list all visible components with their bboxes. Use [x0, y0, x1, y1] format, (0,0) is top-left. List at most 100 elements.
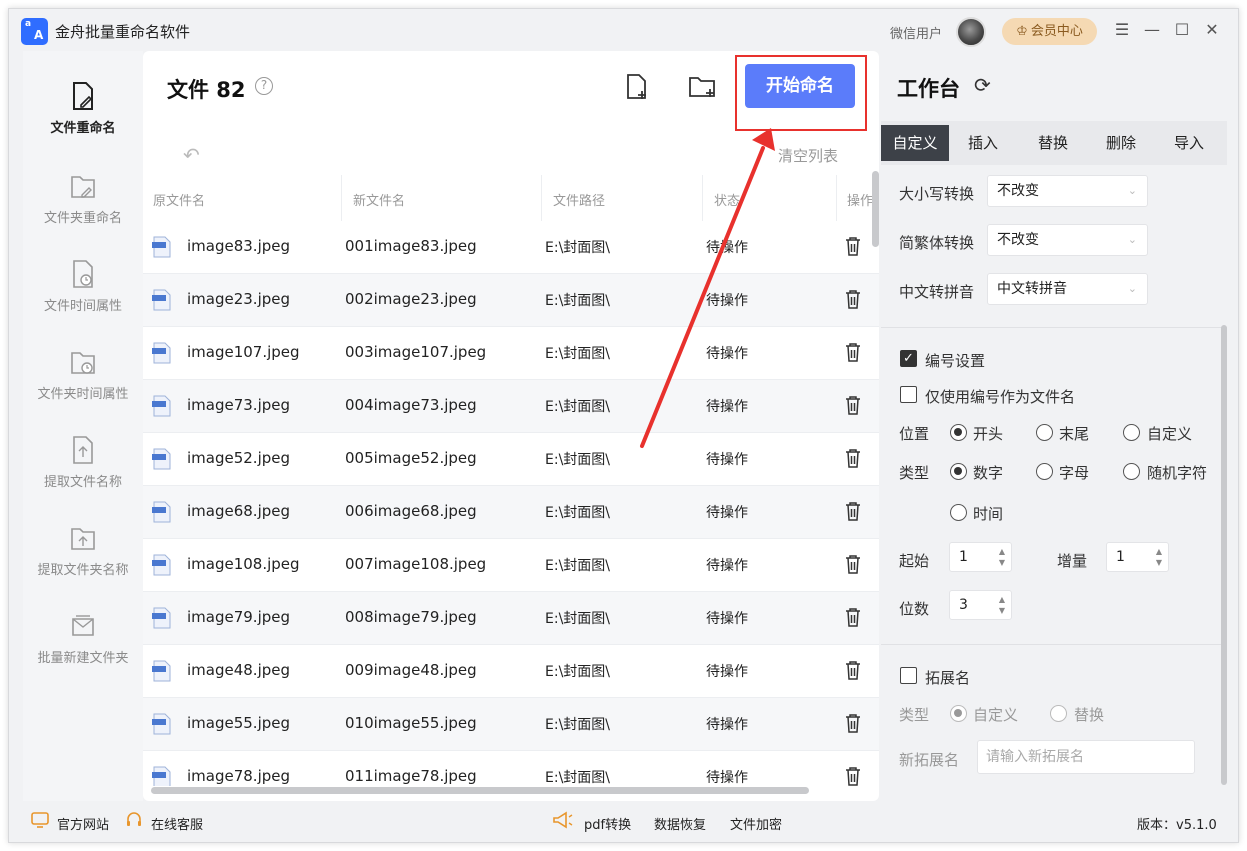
- jpeg-file-icon: [152, 766, 171, 786]
- pinyin-select[interactable]: 中文转拼音 ⌄: [987, 273, 1148, 305]
- table-row[interactable]: image55.jpeg 010image55.jpeg E:\封面图\ 待操作: [143, 698, 879, 751]
- new-extension-input[interactable]: [977, 740, 1195, 774]
- ext-type-radio-replace[interactable]: [1050, 705, 1067, 722]
- only-number-checkbox[interactable]: [900, 386, 917, 403]
- position-label: 位置: [899, 425, 930, 443]
- sidebar-item-batch-new-folder[interactable]: 批量新建文件夹: [23, 611, 143, 691]
- vip-center-button[interactable]: ♔ 会员中心: [1002, 18, 1097, 45]
- position-radio-start[interactable]: [950, 424, 967, 441]
- tab-custom[interactable]: 自定义: [881, 125, 949, 161]
- add-file-icon[interactable]: [625, 73, 651, 101]
- app-title: 金舟批量重命名软件: [55, 23, 191, 41]
- trash-icon[interactable]: [845, 236, 861, 256]
- refresh-icon[interactable]: ⟳: [974, 73, 994, 97]
- sidebar-item-label: 文件重命名: [50, 121, 116, 136]
- start-stepper[interactable]: 1 ▲ ▼: [949, 542, 1012, 572]
- stepper-arrows-icon[interactable]: ▲ ▼: [1156, 546, 1162, 568]
- table-row[interactable]: image52.jpeg 005image52.jpeg E:\封面图\ 待操作: [143, 433, 879, 486]
- start-rename-button[interactable]: 开始命名: [745, 64, 855, 108]
- close-icon[interactable]: ✕: [1199, 17, 1225, 43]
- sidebar-item-extract-folder-names[interactable]: 提取文件夹名称: [23, 523, 143, 603]
- table-row[interactable]: image23.jpeg 002image23.jpeg E:\封面图\ 待操作: [143, 274, 879, 327]
- step-stepper[interactable]: 1 ▲ ▼: [1106, 542, 1169, 572]
- settings-scrollbar[interactable]: [1221, 325, 1227, 785]
- file-table-body: image83.jpeg 001image83.jpeg E:\封面图\ 待操作…: [143, 221, 879, 786]
- jpeg-file-icon: [152, 554, 171, 576]
- trash-icon[interactable]: [845, 554, 861, 574]
- start-value: 1: [959, 549, 968, 565]
- position-radio-end[interactable]: [1036, 424, 1053, 441]
- table-row[interactable]: image79.jpeg 008image79.jpeg E:\封面图\ 待操作: [143, 592, 879, 645]
- add-folder-icon[interactable]: [688, 73, 718, 101]
- trad-simp-select[interactable]: 不改变 ⌄: [987, 224, 1148, 256]
- ext-type-radio-custom[interactable]: [950, 705, 967, 722]
- crown-icon: ♔: [1016, 24, 1028, 39]
- column-header[interactable]: 文件路径: [553, 190, 605, 209]
- maximize-icon[interactable]: ☐: [1169, 17, 1195, 43]
- table-row[interactable]: image107.jpeg 003image107.jpeg E:\封面图\ 待…: [143, 327, 879, 380]
- trash-icon[interactable]: [845, 660, 861, 680]
- data-recovery-link[interactable]: 数据恢复: [654, 814, 706, 833]
- type-radio-number[interactable]: [950, 463, 967, 480]
- trash-icon[interactable]: [845, 501, 861, 521]
- sidebar-item-folder-time[interactable]: 文件夹时间属性: [23, 347, 143, 427]
- chevron-down-icon: ⌄: [1127, 233, 1137, 246]
- trash-icon[interactable]: [845, 342, 861, 362]
- table-row[interactable]: image83.jpeg 001image83.jpeg E:\封面图\ 待操作: [143, 221, 879, 274]
- trash-icon[interactable]: [845, 766, 861, 786]
- new-name: 007image108.jpeg: [345, 555, 487, 573]
- minimize-icon[interactable]: —: [1139, 17, 1165, 43]
- tab-replace[interactable]: 替换: [1019, 125, 1087, 161]
- position-option: 自定义: [1147, 425, 1193, 443]
- table-row[interactable]: image68.jpeg 006image68.jpeg E:\封面图\ 待操作: [143, 486, 879, 539]
- original-name: image83.jpeg: [187, 237, 291, 255]
- help-icon[interactable]: ?: [255, 77, 273, 95]
- avatar[interactable]: [956, 17, 986, 47]
- trash-icon[interactable]: [845, 289, 861, 309]
- file-encrypt-link[interactable]: 文件加密: [730, 814, 782, 833]
- pdf-convert-link[interactable]: pdf转换: [584, 814, 631, 833]
- position-radio-custom[interactable]: [1123, 424, 1140, 441]
- new-name: 002image23.jpeg: [345, 290, 477, 308]
- sidebar-item-file-time[interactable]: 文件时间属性: [23, 259, 143, 339]
- online-service-link[interactable]: 在线客服: [151, 814, 203, 833]
- vertical-scrollbar[interactable]: [872, 171, 879, 247]
- column-header[interactable]: 原文件名: [153, 190, 205, 209]
- table-row[interactable]: image108.jpeg 007image108.jpeg E:\封面图\ 待…: [143, 539, 879, 592]
- official-website-link[interactable]: 官方网站: [57, 814, 109, 833]
- new-name: 001image83.jpeg: [345, 237, 477, 255]
- sidebar-item-extract-file-names[interactable]: 提取文件名称: [23, 435, 143, 515]
- trash-icon[interactable]: [845, 713, 861, 733]
- numbering-checkbox[interactable]: ✓: [900, 350, 917, 367]
- table-row[interactable]: image73.jpeg 004image73.jpeg E:\封面图\ 待操作: [143, 380, 879, 433]
- menu-icon[interactable]: ☰: [1109, 17, 1135, 43]
- tab-delete[interactable]: 删除: [1087, 125, 1155, 161]
- status: 待操作: [706, 558, 748, 574]
- new-name: 010image55.jpeg: [345, 714, 477, 732]
- digits-stepper[interactable]: 3 ▲ ▼: [949, 590, 1012, 620]
- type-radio-random[interactable]: [1123, 463, 1140, 480]
- case-select[interactable]: 不改变 ⌄: [987, 175, 1148, 207]
- undo-icon[interactable]: ↶: [183, 143, 200, 167]
- trash-icon[interactable]: [845, 607, 861, 627]
- horizontal-scrollbar[interactable]: [151, 787, 809, 794]
- sidebar-item-label: 文件夹时间属性: [37, 387, 129, 402]
- tab-insert[interactable]: 插入: [949, 125, 1017, 161]
- sidebar-item-folder-rename[interactable]: 文件夹重命名: [23, 171, 143, 251]
- type-radio-letter[interactable]: [1036, 463, 1053, 480]
- type-radio-time[interactable]: [950, 504, 967, 521]
- column-header[interactable]: 新文件名: [353, 190, 405, 209]
- headset-icon: [127, 812, 141, 826]
- tab-import[interactable]: 导入: [1155, 125, 1223, 161]
- table-row[interactable]: image48.jpeg 009image48.jpeg E:\封面图\ 待操作: [143, 645, 879, 698]
- clear-list-button[interactable]: 清空列表: [778, 145, 838, 166]
- stepper-arrows-icon[interactable]: ▲ ▼: [999, 546, 1005, 568]
- column-header[interactable]: 状态: [714, 190, 740, 209]
- extension-checkbox[interactable]: [900, 667, 917, 684]
- sidebar-item-file-rename[interactable]: 文件重命名: [23, 81, 143, 161]
- trash-icon[interactable]: [845, 395, 861, 415]
- trash-icon[interactable]: [845, 448, 861, 468]
- table-row[interactable]: image78.jpeg 011image78.jpeg E:\封面图\ 待操作: [143, 751, 879, 786]
- user-name[interactable]: 微信用户: [890, 23, 942, 42]
- stepper-arrows-icon[interactable]: ▲ ▼: [999, 594, 1005, 616]
